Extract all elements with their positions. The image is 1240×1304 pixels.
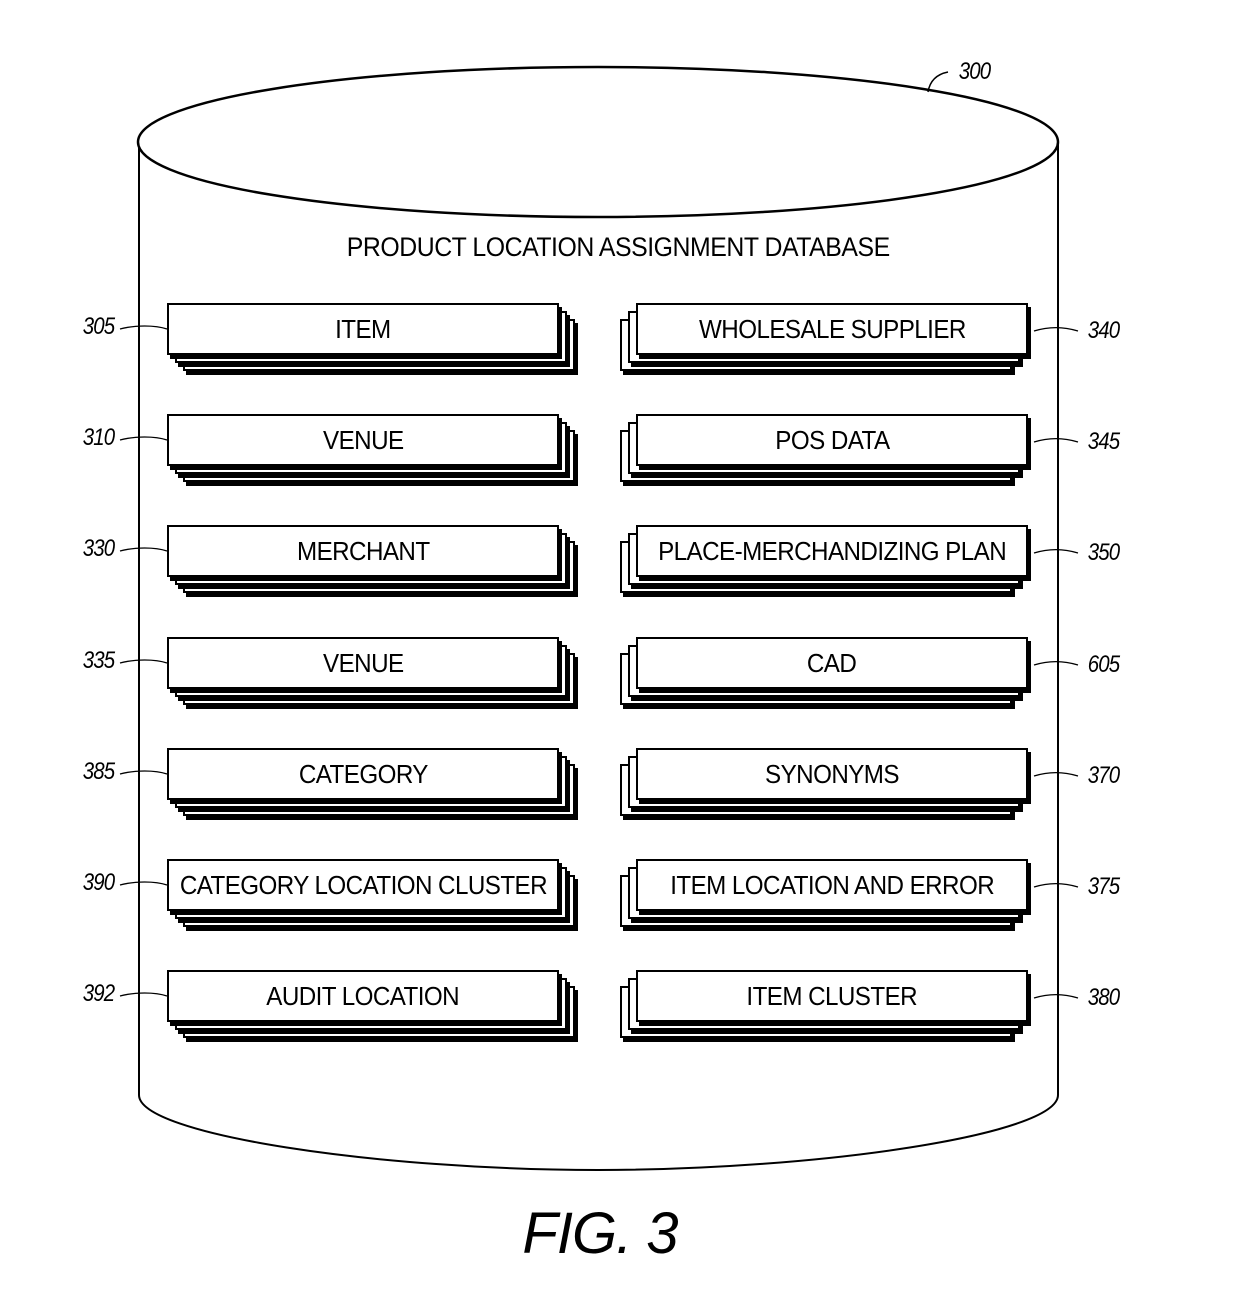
table-ref-number: 310 — [82, 424, 115, 451]
table-stack: WHOLESALE SUPPLIER — [620, 303, 1040, 383]
table-label: VENUE — [322, 424, 404, 455]
table-ref-number: 330 — [82, 535, 115, 562]
table-ref-number: 392 — [82, 980, 115, 1007]
table-stack: ITEM — [167, 303, 587, 383]
table-box: VENUE — [167, 414, 559, 466]
table-stack: AUDIT LOCATION — [167, 970, 587, 1050]
table-ref-number: 375 — [1087, 873, 1120, 900]
table-stack: VENUE — [167, 637, 587, 717]
table-label: ITEM LOCATION AND ERROR — [670, 869, 994, 900]
table-box: PLACE-MERCHANDIZING PLAN — [636, 525, 1028, 577]
table-stack: SYNONYMS — [620, 748, 1040, 828]
table-box: ITEM CLUSTER — [636, 970, 1028, 1022]
table-ref-number: 350 — [1087, 539, 1120, 566]
table-label: CAD — [807, 647, 857, 678]
table-stack: VENUE — [167, 414, 587, 494]
table-stack: POS DATA — [620, 414, 1040, 494]
database-title: PRODUCT LOCATION ASSIGNMENT DATABASE — [346, 232, 890, 262]
table-box: AUDIT LOCATION — [167, 970, 559, 1022]
table-box: SYNONYMS — [636, 748, 1028, 800]
table-box: CATEGORY — [167, 748, 559, 800]
table-box: ITEM LOCATION AND ERROR — [636, 859, 1028, 911]
table-label: MERCHANT — [296, 535, 430, 566]
table-label: SYNONYMS — [765, 758, 899, 789]
table-ref-number: 305 — [82, 313, 115, 340]
table-ref-number: 385 — [82, 758, 115, 785]
table-box: VENUE — [167, 637, 559, 689]
figure-label: FIG. 3 — [522, 1201, 678, 1266]
table-stack: CATEGORY — [167, 748, 587, 828]
table-stack: CATEGORY LOCATION CLUSTER — [167, 859, 587, 939]
table-box: POS DATA — [636, 414, 1028, 466]
table-stack: ITEM CLUSTER — [620, 970, 1040, 1050]
table-stack: CAD — [620, 637, 1040, 717]
table-label: CATEGORY LOCATION CLUSTER — [179, 869, 547, 900]
table-ref-number: 345 — [1087, 428, 1120, 455]
table-label: POS DATA — [774, 424, 890, 455]
table-box: CAD — [636, 637, 1028, 689]
table-ref-number: 335 — [82, 647, 115, 674]
table-label: CATEGORY — [298, 758, 428, 789]
table-ref-number: 380 — [1087, 984, 1120, 1011]
table-stack: PLACE-MERCHANDIZING PLAN — [620, 525, 1040, 605]
table-label: VENUE — [322, 647, 404, 678]
table-label: PLACE-MERCHANDIZING PLAN — [657, 535, 1007, 566]
cylinder-top — [136, 65, 1060, 219]
diagram-stage: 300 PRODUCT LOCATION ASSIGNMENT DATABASE… — [0, 0, 1240, 1304]
table-stack: ITEM LOCATION AND ERROR — [620, 859, 1040, 939]
table-box: WHOLESALE SUPPLIER — [636, 303, 1028, 355]
table-box: ITEM — [167, 303, 559, 355]
table-label: AUDIT LOCATION — [266, 980, 460, 1011]
table-label: ITEM CLUSTER — [746, 980, 918, 1011]
table-ref-number: 370 — [1087, 762, 1120, 789]
table-stack: MERCHANT — [167, 525, 587, 605]
table-label: ITEM — [335, 313, 391, 344]
table-label: WHOLESALE SUPPLIER — [698, 313, 966, 344]
table-box: MERCHANT — [167, 525, 559, 577]
table-box: CATEGORY LOCATION CLUSTER — [167, 859, 559, 911]
table-ref-number: 340 — [1087, 317, 1120, 344]
table-ref-number: 605 — [1087, 651, 1120, 678]
database-ref-number: 300 — [958, 58, 991, 85]
table-ref-number: 390 — [82, 869, 115, 896]
